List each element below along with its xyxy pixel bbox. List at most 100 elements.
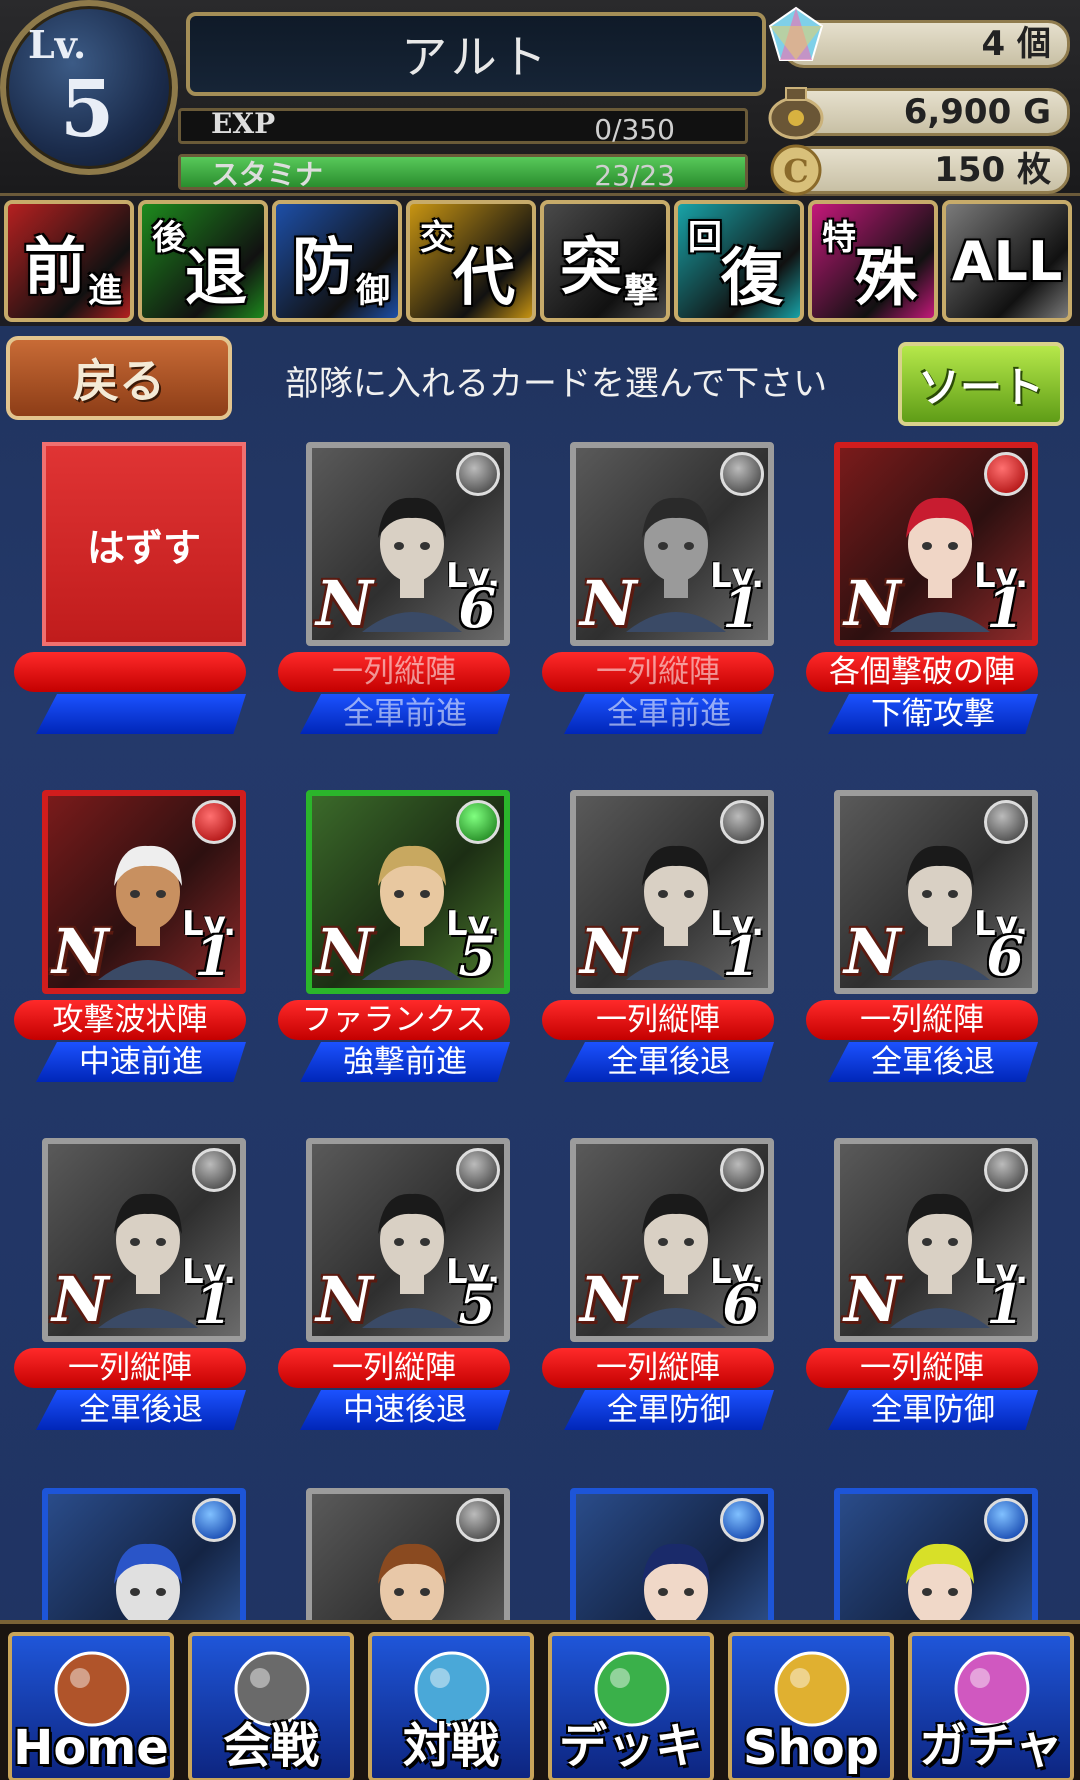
tactic-text: 全軍前進	[343, 696, 467, 732]
category-tabs: 前進退後防御代交突撃復回殊特 ALL	[0, 196, 1080, 326]
tactic-label: 全軍前進	[300, 694, 510, 734]
nav-デッキ-button[interactable]: デッキ	[548, 1632, 714, 1780]
level-label: Lv.	[28, 22, 87, 67]
category-tab-2[interactable]: 防御	[272, 200, 402, 322]
tactic-label: 全軍防御	[828, 1390, 1038, 1430]
element-orb-icon	[720, 1148, 764, 1192]
element-orb-icon	[192, 800, 236, 844]
element-orb-icon	[720, 452, 764, 496]
tactic-text: 全軍前進	[607, 696, 731, 732]
category-tab-7[interactable]: ALL	[942, 200, 1072, 322]
card-level-value: 1	[986, 576, 1024, 640]
level-value: 5	[60, 64, 115, 155]
tab-sub-char: 御	[356, 271, 390, 311]
unit-card[interactable]: N Lv. 5 ファランクス 強撃前進	[278, 790, 518, 1090]
back-button[interactable]: 戻る	[6, 336, 232, 420]
tab-main-char: 退	[184, 241, 247, 314]
formation-label: 一列縦陣	[542, 1000, 774, 1040]
card-portrait-frame: N Lv. 6	[834, 790, 1038, 994]
unit-card[interactable]: N Lv. 6 一列縦陣 全軍防御	[542, 1138, 782, 1438]
unit-card[interactable]: N Lv. 1 攻撃波状陣 中速前進	[14, 790, 254, 1090]
unit-card[interactable]: N Lv. 1 一列縦陣 全軍防御	[806, 1138, 1046, 1438]
card-portrait-frame: N Lv. 1	[570, 790, 774, 994]
unit-card[interactable]: N Lv. 1 各個撃破の陣 下衛攻撃	[806, 442, 1046, 742]
category-tab-6[interactable]: 殊特	[808, 200, 938, 322]
element-orb-icon	[456, 452, 500, 496]
nav-shop-button[interactable]: Shop	[728, 1632, 894, 1780]
formation-label	[14, 652, 246, 692]
exp-label: EXP	[211, 107, 276, 140]
exp-value: 0/350	[594, 113, 675, 146]
tactic-label: 強撃前進	[300, 1042, 510, 1082]
card-level-value: 6	[986, 924, 1024, 988]
card-portrait-frame: N Lv. 6	[306, 442, 510, 646]
bottom-navigation: Home 会戦 対戦 デッキ Shop ガチャ	[0, 1620, 1080, 1780]
formation-label: 各個撃破の陣	[806, 652, 1038, 692]
unit-card[interactable]: N Lv. 6 一列縦陣 全軍後退	[806, 790, 1046, 1090]
rarity-letter: N	[580, 1263, 637, 1336]
nav-会戦-button[interactable]: 会戦	[188, 1632, 354, 1780]
element-orb-icon	[456, 800, 500, 844]
formation-label: 攻撃波状陣	[14, 1000, 246, 1040]
category-tab-5[interactable]: 復回	[674, 200, 804, 322]
tactic-label: 全軍後退	[828, 1042, 1038, 1082]
card-level-value: 1	[194, 924, 232, 988]
tab-main-char: 突	[559, 230, 622, 303]
tab-main-char: 殊	[854, 241, 917, 314]
element-orb-icon	[984, 452, 1028, 496]
formation-label: 一列縦陣	[278, 1348, 510, 1388]
formation-label: 一列縦陣	[806, 1000, 1038, 1040]
remove-card-slot[interactable]: はずす	[14, 442, 254, 742]
formation-label: 一列縦陣	[806, 1348, 1038, 1388]
sort-button[interactable]: ソート	[898, 342, 1064, 426]
card-portrait-frame: N Lv. 6	[570, 1138, 774, 1342]
nav-home-button[interactable]: Home	[8, 1632, 174, 1780]
card-portrait-frame: N Lv. 1	[834, 442, 1038, 646]
nav-label: 会戦	[222, 1718, 319, 1774]
element-orb-icon	[192, 1148, 236, 1192]
card-level-value: 6	[722, 1272, 760, 1336]
formation-label: 一列縦陣	[542, 652, 774, 692]
category-tab-4[interactable]: 突撃	[540, 200, 670, 322]
tab-main-char: 復	[720, 241, 783, 314]
rarity-letter: N	[844, 1263, 901, 1336]
unit-card[interactable]: N Lv. 1 一列縦陣全軍前進	[542, 442, 782, 742]
rarity-letter: N	[316, 915, 373, 988]
instruction-text: 部隊に入れるカードを選んで下さい	[284, 364, 828, 404]
player-name: アルト	[186, 12, 766, 96]
unit-card[interactable]: N Lv. 1 一列縦陣 全軍後退	[542, 790, 782, 1090]
category-tab-3[interactable]: 代交	[406, 200, 536, 322]
nav-label: ガチャ	[919, 1718, 1063, 1774]
card-level-value: 1	[722, 576, 760, 640]
rarity-letter: N	[52, 1263, 109, 1336]
element-orb-icon	[984, 1148, 1028, 1192]
category-tab-1[interactable]: 退後	[138, 200, 268, 322]
remove-button[interactable]: はずす	[42, 442, 246, 646]
rarity-letter: N	[52, 915, 109, 988]
category-tab-0[interactable]: 前進	[4, 200, 134, 322]
level-orb: Lv. 5	[0, 0, 178, 175]
card-portrait-frame: N Lv. 1	[570, 442, 774, 646]
coin-icon: C	[770, 144, 822, 196]
formation-label: 一列縦陣	[14, 1348, 246, 1388]
unit-card[interactable]: N Lv. 6 一列縦陣全軍前進	[278, 442, 518, 742]
stamina-bar: スタミナ 23/23	[178, 154, 748, 192]
tactic-label: 全軍前進	[564, 694, 774, 734]
element-orb-icon	[192, 1498, 236, 1542]
unit-card[interactable]: N Lv. 5 一列縦陣 中速後退	[278, 1138, 518, 1438]
card-portrait-frame: N Lv. 1	[42, 1138, 246, 1342]
tab-main-char: 前	[23, 230, 86, 303]
stamina-label: スタミナ	[211, 158, 324, 191]
tab-main-char: 防	[291, 230, 354, 303]
stamina-value: 23/23	[594, 159, 675, 192]
nav-対戦-button[interactable]: 対戦	[368, 1632, 534, 1780]
nav-label: Home	[13, 1720, 169, 1776]
formation-label: 一列縦陣	[278, 652, 510, 692]
tactic-label: 全軍防御	[564, 1390, 774, 1430]
tab-sub-char: 特	[822, 218, 856, 258]
formation-text: 一列縦陣	[332, 654, 456, 690]
rarity-letter: N	[316, 567, 373, 640]
unit-card[interactable]: N Lv. 1 一列縦陣 全軍後退	[14, 1138, 254, 1438]
nav-ガチャ-button[interactable]: ガチャ	[908, 1632, 1074, 1780]
card-portrait-frame: N Lv. 1	[834, 1138, 1038, 1342]
